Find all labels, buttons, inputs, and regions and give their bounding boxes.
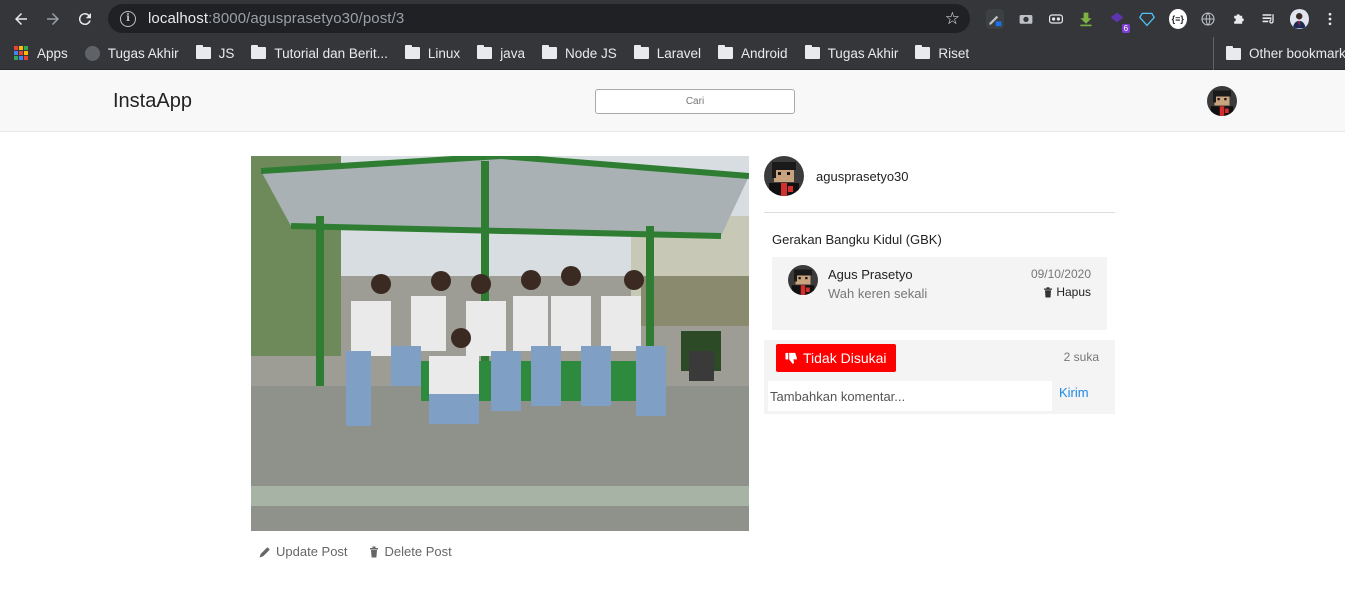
post-caption: Gerakan Bangku Kidul (GBK) (772, 232, 942, 247)
bookmark-label: Riset (938, 45, 970, 61)
url-text: localhost:8000/agusprasetyo30/post/3 (148, 10, 405, 27)
bookmark-label: Node JS (564, 45, 617, 61)
folder-icon (804, 45, 820, 59)
author-avatar[interactable] (764, 156, 804, 196)
post-detail: Update Post Delete Post agusprasetyo30 G… (0, 132, 1345, 607)
folder-icon (251, 45, 267, 59)
pen-extension-icon[interactable] (986, 8, 1005, 29)
comment-text: Wah keren sekali (828, 286, 928, 301)
bookmark-folder-tugas-akhir[interactable]: Tugas Akhir (804, 45, 899, 61)
search-input[interactable] (595, 89, 795, 114)
user-avatar[interactable] (1207, 86, 1237, 116)
bookmark-folder-nodejs[interactable]: Node JS (541, 45, 617, 61)
site-info-icon[interactable]: i (120, 10, 136, 27)
bookmark-apps[interactable]: Apps (14, 46, 68, 61)
bookmark-label: Apps (37, 45, 68, 61)
app-navbar: InstaApp (0, 70, 1345, 132)
folder-icon (477, 45, 493, 59)
bookmark-folder-java[interactable]: java (477, 45, 525, 61)
diamond-extension-icon[interactable] (1138, 9, 1156, 29)
bookmark-folder-linux[interactable]: Linux (404, 45, 461, 61)
unlike-button[interactable]: Tidak Disukai (776, 344, 896, 372)
apps-grid-icon (14, 46, 28, 60)
bookmark-label: Laravel (656, 45, 702, 61)
trash-icon (1044, 286, 1053, 297)
folder-icon (195, 45, 211, 59)
unlike-label: Tidak Disukai (803, 350, 887, 366)
folder-icon (718, 45, 734, 59)
likes-count: 2 suka (1063, 350, 1099, 364)
comment-input[interactable] (768, 381, 1052, 411)
bookmark-folder-laravel[interactable]: Laravel (633, 45, 702, 61)
browser-toolbar: i localhost:8000/agusprasetyo30/post/3 ☆… (0, 0, 1345, 37)
bookmark-label: java (500, 45, 525, 61)
globe-extension-icon[interactable] (1199, 9, 1217, 29)
post-actions: Update Post Delete Post (259, 544, 472, 559)
post-sidebar: agusprasetyo30 Gerakan Bangku Kidul (GBK… (764, 156, 1115, 414)
delete-post-link[interactable]: Delete Post (368, 544, 452, 559)
delete-comment-button[interactable]: Hapus (1043, 285, 1091, 299)
bookmark-other[interactable]: Other bookmarks (1213, 37, 1345, 70)
delete-post-label: Delete Post (384, 544, 452, 559)
bookmark-label: Android (741, 45, 788, 61)
bookmark-label: JS (218, 45, 235, 61)
bookmark-folder-android[interactable]: Android (718, 45, 788, 61)
glasses-extension-icon[interactable] (1047, 9, 1065, 29)
reload-icon[interactable] (74, 8, 96, 30)
comment-avatar[interactable] (788, 265, 818, 295)
send-comment-button[interactable]: Kirim (1059, 385, 1089, 400)
thumbs-down-icon (785, 352, 797, 364)
folder-icon (541, 45, 557, 59)
folder-icon (404, 45, 420, 59)
author-username[interactable]: agusprasetyo30 (816, 169, 909, 184)
brand-logo[interactable]: InstaApp (113, 90, 192, 113)
json-extension-icon[interactable]: {≡} (1168, 8, 1187, 29)
update-post-link[interactable]: Update Post (259, 544, 348, 559)
bookmark-label: Other bookmarks (1249, 46, 1345, 61)
bookmark-label: Tutorial dan Berit... (274, 45, 388, 61)
download-extension-icon[interactable] (1077, 9, 1095, 29)
bookmark-label: Tugas Akhir (827, 45, 899, 61)
comment-date: 09/10/2020 (1030, 267, 1091, 281)
folder-icon (915, 45, 931, 59)
address-bar[interactable]: i localhost:8000/agusprasetyo30/post/3 ☆ (108, 4, 970, 33)
post-author: agusprasetyo30 (764, 156, 1115, 213)
puzzle-extension-icon[interactable] (1229, 9, 1247, 29)
pencil-icon (259, 546, 270, 557)
profile-avatar[interactable] (1290, 8, 1309, 29)
bookmark-tugas-akhir-github[interactable]: Tugas Akhir (84, 45, 179, 61)
bookmark-folder-tutorial[interactable]: Tutorial dan Berit... (251, 45, 388, 61)
folder-icon (633, 45, 649, 59)
media-queue-icon[interactable] (1260, 9, 1278, 29)
update-post-label: Update Post (276, 544, 348, 559)
comment-author: Agus Prasetyo (828, 267, 913, 282)
bookmark-folder-js[interactable]: JS (195, 45, 235, 61)
forward-icon[interactable] (42, 8, 64, 30)
menu-kebab-icon[interactable] (1321, 9, 1339, 29)
bookmark-label: Tugas Akhir (107, 45, 179, 61)
bookmarks-bar: Apps Tugas Akhir JS Tutorial dan Berit..… (0, 37, 1345, 70)
camera-extension-icon[interactable] (1016, 9, 1034, 29)
like-comment-panel: Tidak Disukai 2 suka Kirim (764, 340, 1115, 414)
trash-icon (369, 546, 378, 557)
post-photo (251, 156, 749, 531)
bookmark-label: Linux (427, 45, 461, 61)
folder-icon (1226, 45, 1241, 60)
extensions-area: 6 {≡} (980, 4, 1345, 33)
json-extension-label: {≡} (1171, 13, 1184, 24)
back-icon[interactable] (10, 8, 32, 30)
purple-extension-icon[interactable]: 6 (1108, 9, 1131, 33)
bookmark-star-icon[interactable]: ☆ (945, 9, 960, 29)
bookmark-folder-riset[interactable]: Riset (915, 45, 970, 61)
github-icon (84, 45, 100, 61)
comment-item: Agus Prasetyo Wah keren sekali 09/10/202… (772, 257, 1107, 330)
delete-comment-label: Hapus (1056, 285, 1091, 299)
extension-badge: 6 (1121, 23, 1131, 33)
